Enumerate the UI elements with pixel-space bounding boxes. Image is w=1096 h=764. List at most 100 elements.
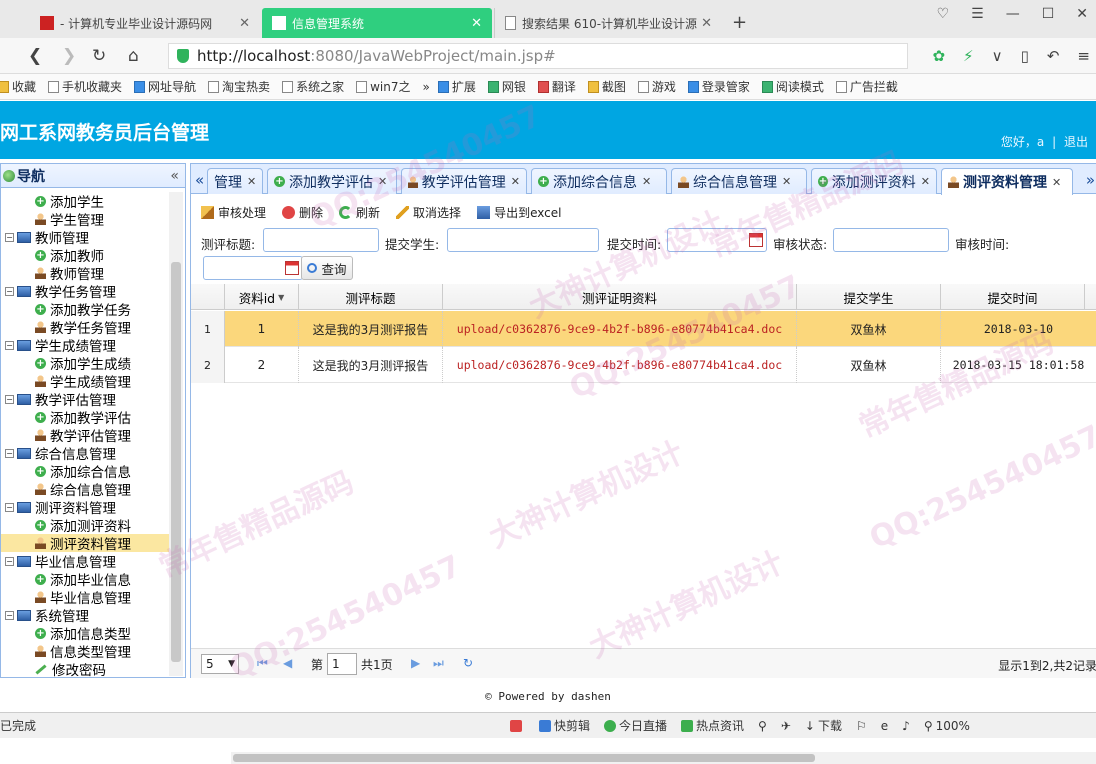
panel-tab[interactable]: 教学评估管理 ✕ — [401, 168, 527, 194]
undo-icon[interactable]: ↶ — [1047, 47, 1060, 65]
sidebar-item[interactable]: 修改密码 — [1, 660, 169, 677]
collapse-icon[interactable]: « — [170, 168, 179, 184]
first-page-icon[interactable]: ⏮ — [257, 656, 268, 671]
export-excel-button[interactable]: 导出到excel — [477, 204, 561, 221]
bookmark-item[interactable]: 阅读模式 — [761, 78, 824, 95]
sidebar-item[interactable]: 毕业信息管理 — [1, 588, 169, 607]
panel-tab[interactable]: 测评资料管理 ✕ — [941, 168, 1073, 195]
submit-time-input[interactable] — [667, 228, 767, 252]
url-input[interactable]: http://localhost :8080/JavaWebProject/ma… — [168, 43, 908, 69]
logout-link[interactable]: 退出 — [1064, 135, 1088, 149]
table-row[interactable]: 1 1 这是我的3月测评报告 upload/c0362876-9ce9-4b2f-b8… — [191, 311, 1096, 347]
dropdown-icon[interactable]: ∨ — [992, 47, 1003, 65]
collapse-toggle-icon[interactable]: − — [5, 394, 14, 404]
more-bookmarks-icon[interactable]: » — [422, 80, 429, 94]
collapse-toggle-icon[interactable]: − — [5, 502, 14, 512]
title-input[interactable] — [263, 228, 379, 252]
bookmark-item[interactable]: 网银 — [487, 78, 526, 95]
calendar-icon[interactable] — [749, 233, 763, 247]
page-size-select[interactable]: 5 ▼ — [201, 654, 239, 674]
sidebar-item[interactable]: 教师管理 — [1, 264, 169, 283]
sidebar-item[interactable]: + 添加学生成绩 — [1, 354, 169, 373]
sidebar-item[interactable]: − 学生成绩管理 — [1, 336, 169, 355]
close-tab-icon[interactable]: ✕ — [511, 175, 520, 188]
sidebar-item[interactable]: + 添加测评资料 — [1, 516, 169, 535]
sidebar-item[interactable]: + 添加教学评估 — [1, 408, 169, 427]
close-tab-icon[interactable]: ✕ — [471, 16, 482, 31]
close-window-icon[interactable]: ✕ — [1076, 6, 1088, 22]
audit-button[interactable]: 审核处理 — [201, 204, 266, 221]
app-icon[interactable] — [510, 719, 525, 732]
live-button[interactable]: 今日直播 — [604, 717, 667, 734]
collapse-toggle-icon[interactable]: − — [5, 286, 14, 296]
ie-icon[interactable]: e — [881, 719, 888, 733]
browser-tab-active[interactable]: 信息管理系统 ✕ — [262, 8, 492, 38]
collapse-toggle-icon[interactable]: − — [5, 448, 14, 458]
bookmark-item[interactable]: 收藏 — [0, 78, 36, 95]
calendar-icon[interactable] — [285, 261, 299, 275]
close-tab-icon[interactable]: ✕ — [921, 175, 930, 188]
browser-tab-search[interactable]: 搜索结果 610-计算机毕业设计源 ✕ — [494, 8, 722, 38]
scrollbar-thumb[interactable] — [233, 754, 815, 762]
close-tab-icon[interactable]: ✕ — [701, 16, 712, 31]
forward-icon[interactable]: ❯ — [62, 46, 76, 66]
close-tab-icon[interactable]: ✕ — [782, 175, 791, 188]
bookmark-item[interactable]: 游戏 — [637, 78, 676, 95]
sidebar-item[interactable]: 信息类型管理 — [1, 642, 169, 661]
next-page-icon[interactable]: ▶ — [411, 656, 420, 670]
cell-file[interactable]: upload/c0362876-9ce9-4b2f-b896-e80774b41… — [443, 311, 797, 347]
bookmark-item[interactable]: win7之 — [356, 78, 410, 95]
sound-icon[interactable]: ♪ — [902, 719, 910, 733]
collapse-toggle-icon[interactable]: − — [5, 232, 14, 242]
sidebar-item[interactable]: + 添加教学任务 — [1, 300, 169, 319]
collapse-toggle-icon[interactable]: − — [5, 340, 14, 350]
status-input[interactable] — [833, 228, 949, 252]
tab-scroll-left-icon[interactable]: « — [195, 171, 204, 189]
sidebar-item[interactable]: 综合信息管理 — [1, 480, 169, 499]
audit-time-input[interactable] — [203, 256, 303, 280]
close-tab-icon[interactable]: ✕ — [247, 175, 256, 188]
table-row[interactable]: 2 2 这是我的3月测评报告 upload/c0362876-9ce9-4b2f-b8… — [191, 347, 1096, 383]
sidebar-item[interactable]: 学生成绩管理 — [1, 372, 169, 391]
sidebar-item[interactable]: + 添加综合信息 — [1, 462, 169, 481]
unselect-button[interactable]: 取消选择 — [396, 204, 461, 221]
prev-page-icon[interactable]: ◀ — [283, 656, 292, 670]
panel-tab[interactable]: + 添加教学评估 ✕ — [267, 168, 397, 194]
minimize-icon[interactable]: — — [1006, 6, 1020, 22]
reload-icon[interactable]: ↻ — [463, 656, 473, 670]
plane-icon[interactable]: ✈ — [781, 719, 791, 733]
maximize-icon[interactable]: ☐ — [1042, 6, 1055, 22]
bookmark-item[interactable]: 手机收藏夹 — [48, 78, 122, 95]
student-input[interactable] — [447, 228, 599, 252]
bookmark-item[interactable]: 截图 — [587, 78, 626, 95]
bookmark-item[interactable]: 登录管家 — [687, 78, 750, 95]
speedup-icon[interactable]: ✿ — [932, 47, 945, 65]
menu-icon[interactable]: ≡ — [1077, 47, 1090, 65]
refresh-button[interactable]: 刷新 — [339, 204, 380, 221]
news-button[interactable]: 热点资讯 — [681, 717, 744, 734]
sidebar-item[interactable]: + 添加信息类型 — [1, 624, 169, 643]
last-page-icon[interactable]: ⏭ — [433, 656, 444, 671]
close-tab-icon[interactable]: ✕ — [378, 175, 387, 188]
reload-icon[interactable]: ↻ — [92, 46, 106, 66]
sidebar-item[interactable]: − 教学评估管理 — [1, 390, 169, 409]
phone-icon[interactable]: ▯ — [1021, 47, 1029, 65]
bookmark-item[interactable]: 网址导航 — [134, 78, 196, 95]
download-button[interactable]: ↓ 下载 — [805, 717, 842, 734]
delete-button[interactable]: 删除 — [282, 204, 323, 221]
sidebar-item[interactable]: 教学评估管理 — [1, 426, 169, 445]
lightning-icon[interactable]: ⚡ — [963, 47, 974, 65]
browser-tab-source[interactable]: - 计算机专业毕业设计源码网 ✕ — [30, 8, 260, 38]
sidebar-item[interactable]: − 系统管理 — [1, 606, 169, 625]
close-tab-icon[interactable]: ✕ — [1052, 176, 1061, 189]
quick-edit-button[interactable]: 快剪辑 — [539, 717, 590, 734]
sidebar-item[interactable]: 测评资料管理 — [1, 534, 169, 553]
sidebar-item[interactable]: − 综合信息管理 — [1, 444, 169, 463]
menu-icon[interactable]: ☰ — [971, 6, 984, 22]
close-tab-icon[interactable]: ✕ — [642, 175, 651, 188]
sidebar-item[interactable]: − 教学任务管理 — [1, 282, 169, 301]
sidebar-item[interactable]: 学生管理 — [1, 210, 169, 229]
sidebar-item[interactable]: + 添加学生 — [1, 192, 169, 211]
panel-tab[interactable]: + 添加综合信息 ✕ — [531, 168, 667, 194]
collapse-toggle-icon[interactable]: − — [5, 610, 14, 620]
